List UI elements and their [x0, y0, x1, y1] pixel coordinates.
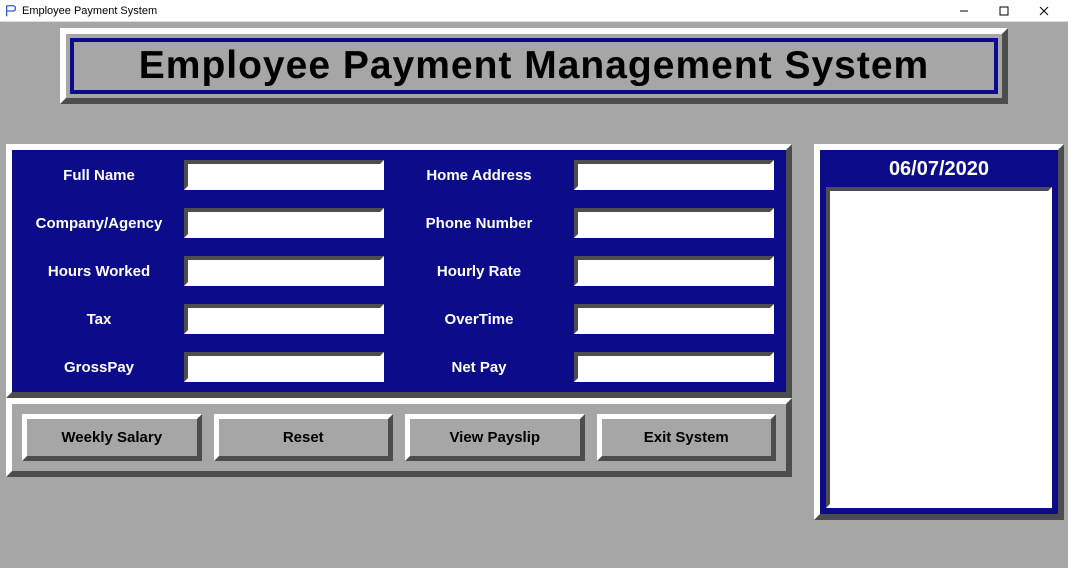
- tax-input[interactable]: [188, 308, 380, 330]
- app-icon: [4, 4, 18, 18]
- date-label: 06/07/2020: [826, 156, 1052, 187]
- overtime-input[interactable]: [578, 308, 770, 330]
- overtime-label: OverTime: [394, 311, 564, 328]
- company-input-wrap: [184, 208, 384, 238]
- form-grid: Full Name Home Address Company/Agency Ph…: [16, 160, 782, 382]
- phone-label: Phone Number: [394, 215, 564, 232]
- hourlyrate-input-wrap: [574, 256, 774, 286]
- left-column: Full Name Home Address Company/Agency Ph…: [6, 144, 792, 477]
- button-row: Weekly Salary Reset View Payslip Exit Sy…: [6, 398, 792, 477]
- exit-system-button[interactable]: Exit System: [597, 414, 777, 461]
- grosspay-input[interactable]: [188, 356, 380, 378]
- homeaddress-input-wrap: [574, 160, 774, 190]
- hourlyrate-label: Hourly Rate: [394, 263, 564, 280]
- maximize-button[interactable]: [984, 1, 1024, 21]
- right-column: 06/07/2020: [814, 144, 1064, 520]
- netpay-input[interactable]: [578, 356, 770, 378]
- close-button[interactable]: [1024, 1, 1064, 21]
- hourlyrate-input[interactable]: [578, 260, 770, 282]
- header-frame: Employee Payment Management System: [60, 28, 1008, 104]
- payslip-display[interactable]: [826, 187, 1052, 508]
- grosspay-input-wrap: [184, 352, 384, 382]
- reset-button[interactable]: Reset: [214, 414, 394, 461]
- grosspay-label: GrossPay: [24, 359, 174, 376]
- main-content: Full Name Home Address Company/Agency Ph…: [0, 144, 1068, 540]
- hoursworked-input-wrap: [184, 256, 384, 286]
- overtime-input-wrap: [574, 304, 774, 334]
- homeaddress-label: Home Address: [394, 167, 564, 184]
- phone-input-wrap: [574, 208, 774, 238]
- fullname-label: Full Name: [24, 167, 174, 184]
- company-input[interactable]: [188, 212, 380, 234]
- app-body: Employee Payment Management System Full …: [0, 22, 1068, 568]
- company-label: Company/Agency: [24, 215, 174, 232]
- weekly-salary-button[interactable]: Weekly Salary: [22, 414, 202, 461]
- minimize-button[interactable]: [944, 1, 984, 21]
- tax-input-wrap: [184, 304, 384, 334]
- window-controls: [944, 1, 1064, 21]
- view-payslip-button[interactable]: View Payslip: [405, 414, 585, 461]
- hoursworked-label: Hours Worked: [24, 263, 174, 280]
- phone-input[interactable]: [578, 212, 770, 234]
- window-titlebar: Employee Payment System: [0, 0, 1068, 22]
- homeaddress-input[interactable]: [578, 164, 770, 186]
- header-inner: Employee Payment Management System: [70, 38, 998, 94]
- page-title: Employee Payment Management System: [86, 44, 982, 88]
- fullname-input-wrap: [184, 160, 384, 190]
- netpay-label: Net Pay: [394, 359, 564, 376]
- hoursworked-input[interactable]: [188, 260, 380, 282]
- tax-label: Tax: [24, 311, 174, 328]
- window-title: Employee Payment System: [22, 5, 944, 17]
- form-frame: Full Name Home Address Company/Agency Ph…: [6, 144, 792, 398]
- netpay-input-wrap: [574, 352, 774, 382]
- fullname-input[interactable]: [188, 164, 380, 186]
